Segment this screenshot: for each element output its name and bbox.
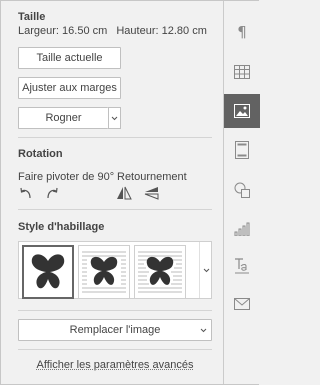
settings-rail: ¶ [223,1,260,384]
wrap-style-square[interactable] [78,245,130,299]
crop-label: Rogner [45,112,82,124]
rail-image-settings[interactable] [224,94,260,128]
rail-header-footer-settings[interactable] [224,133,260,167]
width-value: 16.50 cm [62,25,108,37]
mail-merge-icon [234,298,250,310]
chevron-down-icon [111,116,118,121]
width-label: Largeur: [18,25,59,37]
image-icon [234,104,250,118]
replace-image-label: Remplacer l'image [69,324,161,336]
flip-vertical-icon [144,187,159,200]
replace-image-dropdown[interactable]: Remplacer l'image [18,319,212,341]
flip-horizontal-icon [117,186,132,200]
flip-vertical-button[interactable] [142,185,160,201]
divider [18,209,212,210]
divider [18,349,212,350]
chevron-down-icon [203,268,210,273]
divider [18,137,212,138]
rotate-cw-button[interactable] [44,185,60,201]
wrapping-style-gallery [18,241,212,299]
rotation-section-title: Rotation [18,148,63,160]
butterfly-square-icon [82,251,126,293]
rotate-label: Faire pivoter de 90° [18,171,115,183]
header-footer-icon [235,141,249,159]
divider [18,310,212,311]
rail-mail-merge-settings[interactable] [224,287,260,321]
fit-to-margins-label: Ajuster aux marges [22,82,117,94]
chevron-down-icon [200,328,207,333]
crop-dropdown-toggle[interactable] [108,107,121,129]
rail-paragraph-settings[interactable]: ¶ [224,15,260,49]
actual-size-button[interactable]: Taille actuelle [18,47,121,69]
chart-icon [234,222,250,236]
rail-text-art-settings[interactable] [224,249,260,283]
shape-icon [234,182,250,198]
butterfly-inline-icon [31,254,65,289]
wrapping-style-dropdown[interactable] [199,242,212,298]
image-settings-pane: Taille Largeur: 16.50 cm Hauteur: 12.80 … [0,0,260,385]
rotate-cw-icon [47,187,58,199]
wrapping-section-title: Style d'habillage [18,221,105,233]
rail-table-settings[interactable] [224,55,260,89]
crop-split-button: Rogner [18,107,121,129]
settings-panel: Taille Largeur: 16.50 cm Hauteur: 12.80 … [1,1,223,384]
rotate-ccw-button[interactable] [18,185,34,201]
size-section-title: Taille [18,11,46,23]
wrap-style-tight[interactable] [134,245,186,299]
fit-to-margins-button[interactable]: Ajuster aux marges [18,77,121,99]
rotate-ccw-icon [20,187,31,199]
height-label: Hauteur: [116,25,159,37]
butterfly-tight-icon [138,251,182,293]
rail-shape-settings[interactable] [224,173,260,207]
height-value: 12.80 cm [161,25,207,37]
rail-chart-settings[interactable] [224,212,260,246]
size-readout: Largeur: 16.50 cm Hauteur: 12.80 cm [18,25,207,37]
flip-label: Retournement [117,171,187,183]
flip-horizontal-button[interactable] [115,185,133,201]
actual-size-label: Taille actuelle [36,52,103,64]
table-icon [234,65,250,79]
advanced-settings-link[interactable]: Afficher les paramètres avancés [18,359,212,371]
wrap-style-inline[interactable] [22,245,74,299]
text-art-icon [235,258,249,274]
crop-button[interactable]: Rogner [18,107,108,129]
paragraph-icon: ¶ [237,23,247,41]
